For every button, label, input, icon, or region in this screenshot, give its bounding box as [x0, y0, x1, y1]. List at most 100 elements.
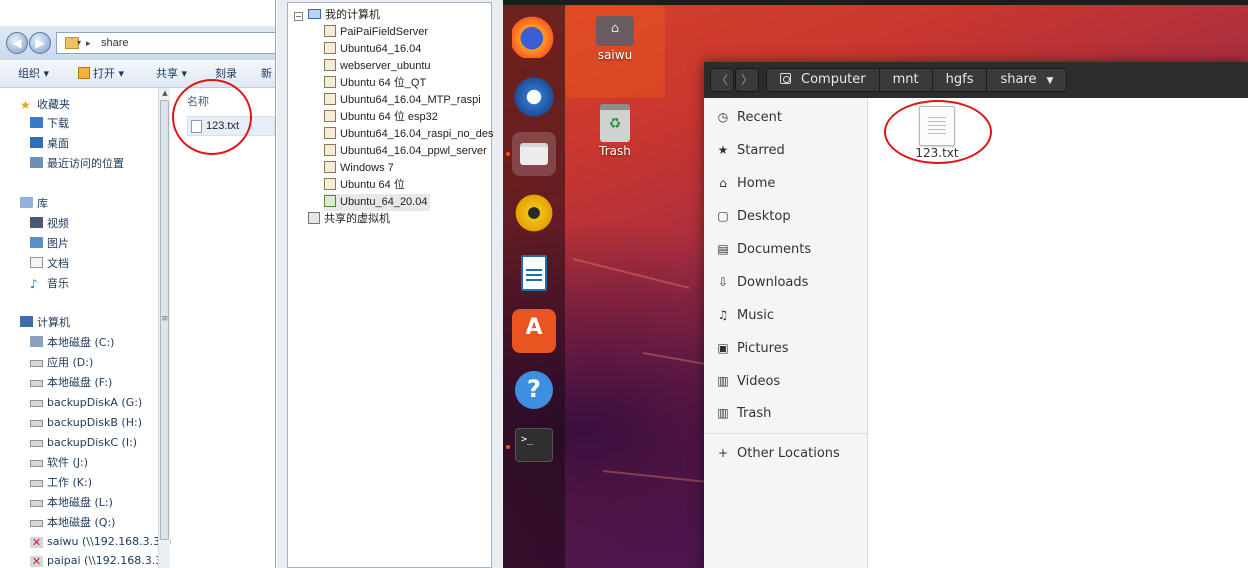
nav-drive[interactable]: 工作 (K:)	[30, 474, 92, 492]
nav-pictures[interactable]: 图片	[30, 235, 69, 253]
nav-videos[interactable]: 视频	[30, 215, 69, 233]
back-button[interactable]: 〈	[710, 68, 734, 92]
nav-drive[interactable]: backupDiskA (G:)	[30, 394, 142, 412]
vm-item[interactable]: Ubuntu64_16.04_MTP_raspi	[324, 92, 481, 109]
nav-drive[interactable]: 本地磁盘 (C:)	[30, 334, 114, 352]
nav-drive[interactable]: 本地磁盘 (L:)	[30, 494, 113, 512]
sidebar-label: Videos	[737, 374, 781, 389]
downloads-folder-icon	[30, 117, 43, 128]
nav-drive[interactable]: backupDiskB (H:)	[30, 414, 142, 432]
nav-label: 本地磁盘 (Q:)	[47, 516, 116, 529]
vm-item[interactable]: Ubuntu64_16.04_ppwl_server	[324, 143, 487, 160]
drive-icon	[30, 380, 43, 387]
collapse-icon[interactable]: −	[294, 12, 303, 21]
nav-favorites[interactable]: ★ 收藏夹	[20, 96, 70, 114]
desktop-icon-home[interactable]: ⌂ saiwu	[565, 6, 665, 98]
vm-item[interactable]: webserver_ubuntu	[324, 58, 431, 75]
sidebar-item-documents[interactable]: ▤ Documents	[716, 239, 811, 259]
vm-item[interactable]: Ubuntu64_16.04	[324, 41, 421, 58]
burn-button[interactable]: 刻录	[215, 66, 237, 82]
address-input[interactable]: ▾ ▸ share	[56, 32, 275, 54]
vm-item-selected[interactable]: Ubuntu_64_20.04	[324, 194, 431, 211]
terminal-icon[interactable]: >_	[515, 428, 553, 462]
places-sidebar: ◷ Recent ★ Starred ⌂ Home ▢ Desktop ▤ Documen…	[704, 98, 868, 568]
vm-label: Ubuntu 64 位 esp32	[340, 111, 438, 123]
open-label: 打开 ▾	[93, 67, 125, 80]
sidebar-item-other-locations[interactable]: + Other Locations	[716, 443, 840, 463]
nav-documents[interactable]: 文档	[30, 255, 69, 273]
open-button[interactable]: 打开 ▾	[78, 66, 124, 82]
nav-music[interactable]: ♪ 音乐	[30, 275, 69, 293]
vm-item[interactable]: Windows 7	[324, 160, 394, 177]
crumb-computer[interactable]: Computer	[767, 69, 880, 91]
sidebar-label: Desktop	[737, 209, 791, 224]
sidebar-item-starred[interactable]: ★ Starred	[716, 140, 785, 160]
vm-item[interactable]: Ubuntu 64 位_QT	[324, 75, 426, 92]
back-arrow-icon: ◀	[12, 36, 22, 50]
nav-computer[interactable]: 计算机	[20, 314, 70, 332]
organize-button[interactable]: 组织 ▾	[18, 66, 49, 82]
sidebar-item-music[interactable]: ♫ Music	[716, 305, 774, 325]
tree-root-my-computer[interactable]: 我的计算机	[308, 7, 380, 24]
tree-shared-vms[interactable]: 共享的虚拟机	[308, 211, 390, 228]
crumb-mnt[interactable]: mnt	[879, 69, 933, 91]
vm-item[interactable]: PaiPaiFieldServer	[324, 24, 428, 41]
sidebar-item-trash[interactable]: ▥ Trash	[716, 403, 771, 423]
desktop-icon-trash[interactable]: ♻ Trash	[565, 104, 665, 158]
nav-scrollbar[interactable]: ▲ ≡	[158, 88, 170, 568]
nav-drive[interactable]: 本地磁盘 (Q:)	[30, 514, 115, 532]
forward-button[interactable]: 〉	[735, 68, 759, 92]
firefox-icon[interactable]	[512, 14, 556, 58]
ubuntu-software-icon[interactable]: A	[512, 309, 556, 353]
vm-item[interactable]: Ubuntu64_16.04_raspi_no_des	[324, 126, 494, 143]
triangle-down-icon[interactable]: ▼	[1047, 76, 1054, 86]
share-button[interactable]: 共享 ▾	[156, 66, 187, 82]
sidebar-label: Recent	[737, 110, 782, 125]
scroll-up-icon[interactable]: ▲	[159, 89, 171, 97]
nav-drive[interactable]: backupDiskC (I:)	[30, 434, 137, 452]
nav-drive[interactable]: 软件 (J:)	[30, 454, 88, 472]
sidebar-item-desktop[interactable]: ▢ Desktop	[716, 206, 791, 226]
nav-drive[interactable]: 应用 (D:)	[30, 354, 93, 372]
nav-label: backupDiskB (H:)	[47, 416, 142, 429]
nav-label: 工作 (K:)	[47, 476, 92, 489]
new-folder-button[interactable]: 新	[261, 66, 272, 82]
home-folder-icon: ⌂	[596, 16, 634, 46]
files-app-button[interactable]	[512, 132, 556, 176]
back-button[interactable]: ◀	[6, 32, 28, 54]
sidebar-item-pictures[interactable]: ▣ Pictures	[716, 338, 788, 358]
vm-item[interactable]: Ubuntu 64 位	[324, 177, 405, 194]
nav-downloads[interactable]: 下载	[30, 115, 69, 133]
sidebar-item-home[interactable]: ⌂ Home	[716, 173, 775, 193]
vm-item[interactable]: Ubuntu 64 位 esp32	[324, 109, 438, 126]
desktop-icon: ▢	[717, 209, 729, 223]
forward-button[interactable]: ▶	[29, 32, 51, 54]
help-icon[interactable]: ?	[512, 368, 556, 412]
file-item[interactable]: 123.txt	[187, 116, 275, 136]
disconnected-network-drive-icon: ✕	[30, 536, 43, 549]
sidebar-item-videos[interactable]: ▥ Videos	[716, 371, 780, 391]
sidebar-item-recent[interactable]: ◷ Recent	[716, 107, 782, 127]
file-name[interactable]: 123.txt	[895, 146, 979, 160]
thunderbird-icon[interactable]	[512, 75, 556, 119]
chevron-right-icon: 〉	[740, 73, 753, 87]
nav-network-drive[interactable]: ✕ paipai (\\192.168.3.33	[30, 552, 169, 568]
crumb-hgfs[interactable]: hgfs	[932, 69, 988, 91]
star-icon: ★	[717, 143, 729, 157]
nav-recent-places[interactable]: 最近访问的位置	[30, 155, 124, 173]
text-line	[928, 125, 946, 126]
chevron-down-icon[interactable]: ▾	[77, 33, 81, 53]
crumb-label: Computer	[801, 72, 866, 87]
text-file-icon[interactable]	[919, 106, 955, 146]
nav-network-drive[interactable]: ✕ saiwu (\\192.168.3.33)	[30, 533, 171, 551]
crumb-share[interactable]: share ▼	[987, 69, 1067, 91]
sidebar-item-downloads[interactable]: ⇩ Downloads	[716, 272, 808, 292]
nav-desktop[interactable]: 桌面	[30, 135, 69, 153]
libreoffice-writer-icon[interactable]	[512, 251, 556, 295]
column-header-name[interactable]: 名称	[187, 93, 209, 109]
pictures-icon	[30, 237, 43, 248]
text-file-icon	[191, 120, 202, 133]
nav-drive[interactable]: 本地磁盘 (F:)	[30, 374, 112, 392]
rhythmbox-icon[interactable]	[512, 191, 556, 235]
nav-libraries[interactable]: 库	[20, 195, 48, 213]
